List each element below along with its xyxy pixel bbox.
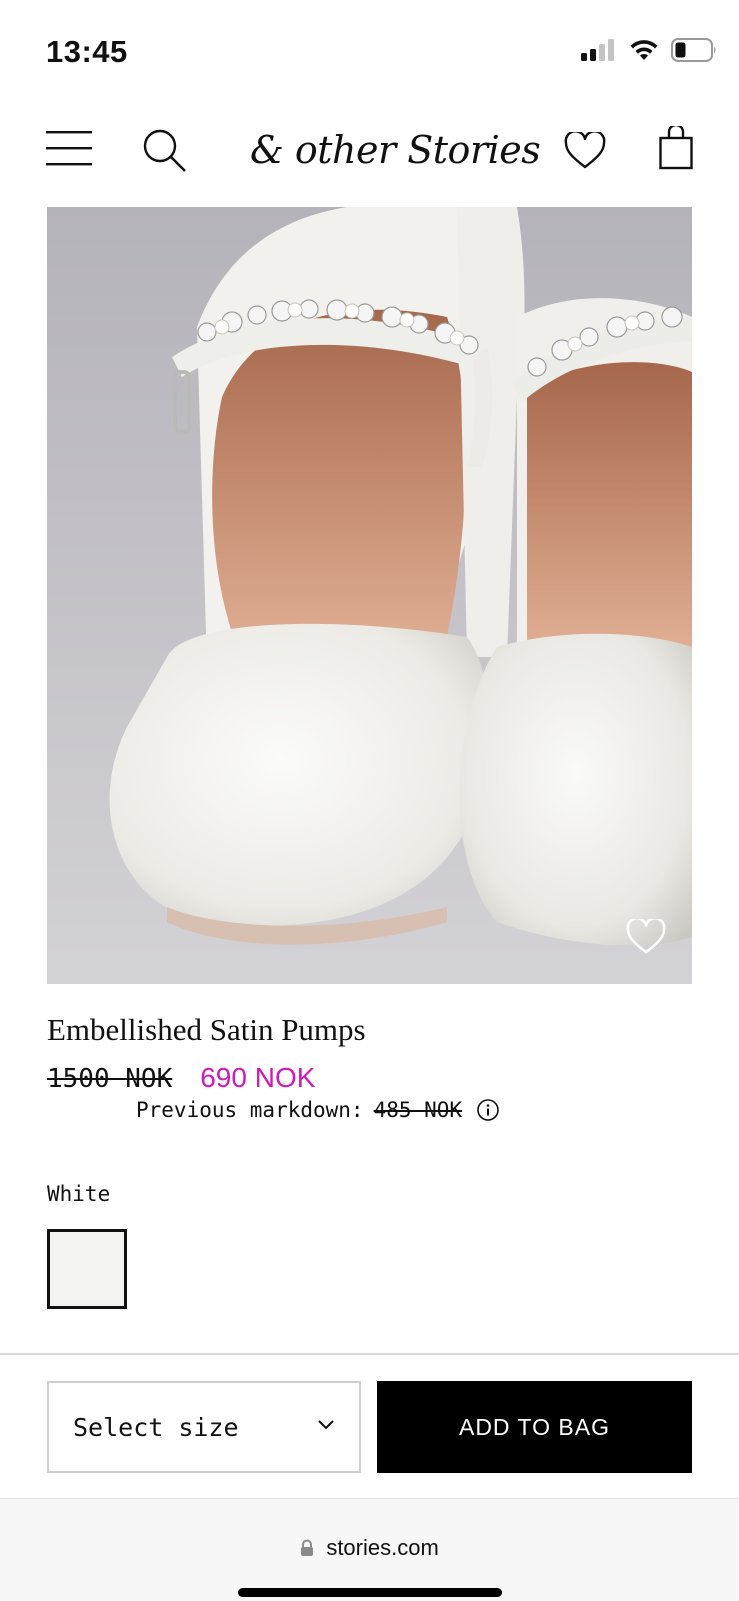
wishlist-button[interactable] <box>564 130 606 173</box>
markdown-price: 485 NOK <box>373 1098 463 1122</box>
shopping-bag-icon <box>659 123 693 173</box>
status-bar: 13:45 <box>0 0 739 100</box>
add-to-bag-button[interactable]: ADD TO BAG <box>377 1381 692 1473</box>
lock-icon <box>300 1535 326 1560</box>
original-price: 1500 NOK <box>47 1064 173 1094</box>
site-header: & other Stories <box>0 110 739 190</box>
status-time: 13:45 <box>46 34 128 69</box>
previous-markdown: Previous markdown: 485 NOK <box>136 1098 500 1122</box>
battery-icon <box>671 38 717 67</box>
wifi-icon <box>629 39 659 66</box>
heart-icon <box>626 917 666 958</box>
markdown-label: Previous markdown: <box>136 1098 364 1122</box>
hamburger-menu-button[interactable] <box>46 128 92 171</box>
brand-logo[interactable]: & other Stories <box>250 128 541 172</box>
product-title: Embellished Satin Pumps <box>47 1012 366 1047</box>
signal-icon <box>581 39 617 66</box>
size-select-label: Select size <box>73 1412 239 1442</box>
price-row: 1500 NOK 690 NOK <box>47 1062 315 1094</box>
size-select[interactable]: Select size <box>47 1381 361 1473</box>
info-icon[interactable] <box>476 1098 500 1122</box>
url-display: stories.com <box>0 1535 739 1561</box>
heart-icon <box>564 130 606 173</box>
hamburger-menu-icon <box>46 131 92 171</box>
shopping-bag-button[interactable] <box>659 123 693 173</box>
home-indicator[interactable] <box>238 1588 502 1597</box>
product-image[interactable] <box>47 207 692 984</box>
chevron-down-icon <box>317 1418 335 1436</box>
search-icon <box>142 129 188 177</box>
product-photo-shoes <box>47 207 692 984</box>
url-text: stories.com <box>326 1535 439 1560</box>
color-name: White <box>47 1182 111 1206</box>
purchase-bar: Select size ADD TO BAG <box>0 1353 739 1500</box>
color-swatch-white[interactable] <box>47 1229 127 1309</box>
browser-url-bar[interactable]: stories.com <box>0 1498 739 1601</box>
sale-price: 690 NOK <box>200 1062 316 1093</box>
status-icons <box>581 38 717 67</box>
product-favorite-button[interactable] <box>626 917 666 958</box>
search-button[interactable] <box>142 128 188 177</box>
